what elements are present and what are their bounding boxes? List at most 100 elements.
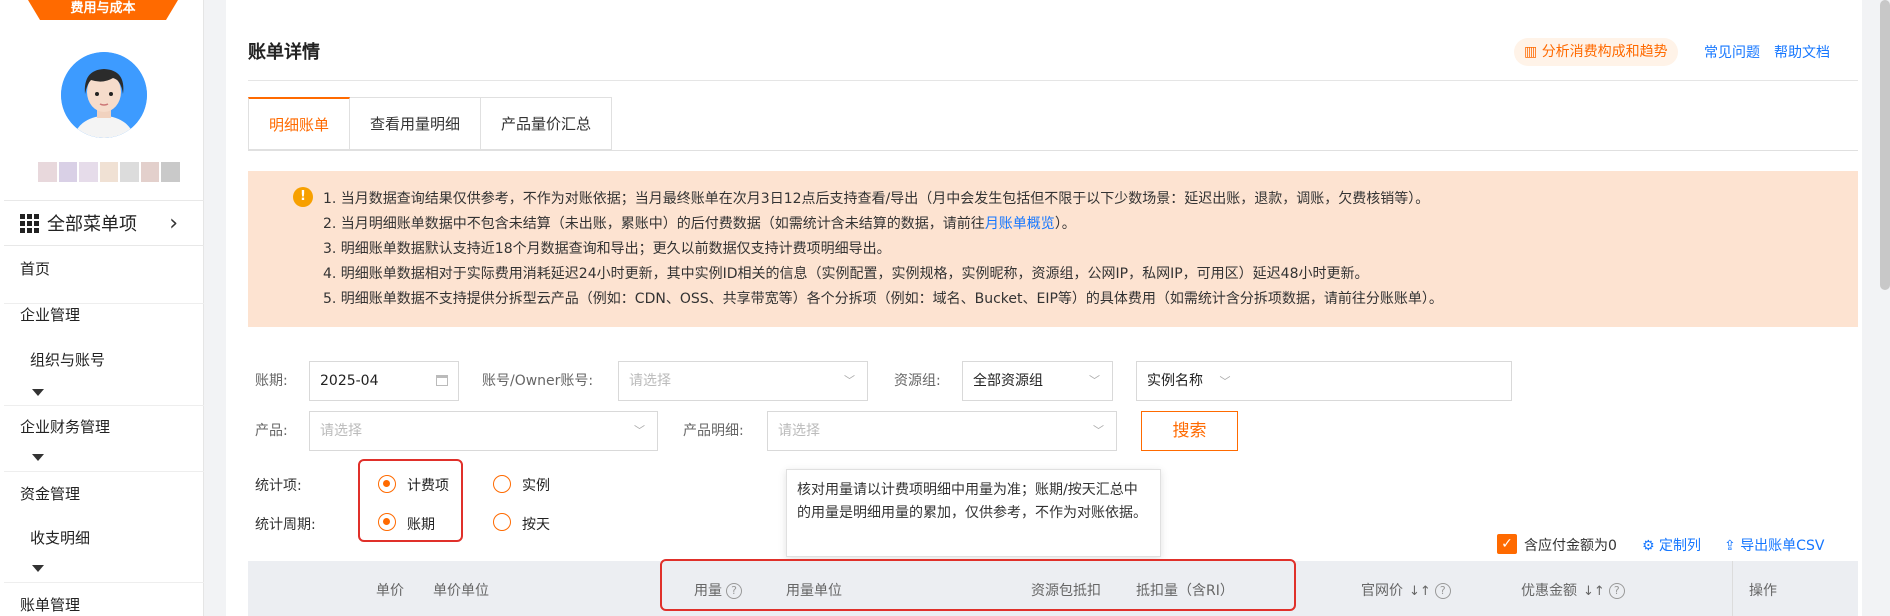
- resource-group-value: 全部资源组: [973, 373, 1043, 389]
- faq-link[interactable]: 常见问题: [1704, 42, 1760, 62]
- username-masked: [38, 162, 181, 182]
- radio-instance-label: 实例: [522, 478, 550, 494]
- tab-bar: 明细账单 查看用量明细 产品量价汇总: [248, 97, 613, 150]
- product-detail-select[interactable]: 请选择 ﹀: [767, 411, 1117, 451]
- analyze-label: 分析消费构成和趋势: [1541, 44, 1668, 60]
- sidebar-item-label: 组织与账号: [30, 351, 106, 369]
- custom-columns-button[interactable]: ⚙ 定制列: [1642, 535, 1701, 555]
- analyze-consumption-button[interactable]: ▥ 分析消费构成和趋势: [1514, 38, 1678, 66]
- account-select[interactable]: 请选择 ﹀: [618, 361, 868, 401]
- sidebar-item-label: 企业财务管理: [20, 418, 111, 436]
- resource-group-label: 资源组:: [894, 373, 941, 389]
- chevron-down-icon: ﹀: [1089, 374, 1100, 387]
- radio-daily-label: 按天: [522, 517, 550, 533]
- stat-cycle-label: 统计周期:: [255, 517, 316, 533]
- col-actions-label: 操作: [1749, 583, 1777, 599]
- all-menu-button[interactable]: 全部菜单项 ›: [4, 200, 204, 246]
- sidebar-item-label: 资金管理: [20, 485, 81, 503]
- calendar-icon: [436, 375, 448, 386]
- sidebar-item-label: 账单管理: [20, 596, 81, 614]
- brand-tab[interactable]: 费用与成本: [28, 0, 178, 20]
- all-menu-label: 全部菜单项: [47, 214, 137, 235]
- product-placeholder: 请选择: [320, 423, 362, 439]
- sidebar-item-transactions[interactable]: 收支明细: [4, 527, 204, 548]
- sort-icon[interactable]: ↓↑: [1409, 584, 1431, 599]
- radio-instance[interactable]: [493, 475, 511, 493]
- avatar[interactable]: [61, 52, 147, 138]
- product-detail-placeholder: 请选择: [778, 423, 820, 439]
- stat-item-label: 统计项:: [255, 478, 302, 494]
- col-unit-price-unit: 单价单位: [433, 583, 489, 599]
- sidebar: 费用与成本 全部菜单项 › 首页 企业管理 组织与账号 企业财务管理 资金管理 …: [0, 0, 204, 616]
- product-label: 产品:: [255, 423, 288, 439]
- tab-usage-detail[interactable]: 查看用量明细: [350, 97, 482, 150]
- chevron-down-icon: ﹀: [844, 374, 855, 387]
- chart-icon: ▥: [1524, 44, 1538, 60]
- notice-line: 5. 明细账单数据不支持提供分拆型云产品（例如：CDN、OSS、共享带宽等）各个…: [323, 291, 1443, 307]
- radio-period-label: 账期: [407, 517, 435, 533]
- divider: [248, 150, 1858, 151]
- sidebar-item-label: 首页: [20, 260, 51, 278]
- radio-billing-item-label: 计费项: [407, 478, 449, 494]
- radio-billing-item[interactable]: [378, 475, 396, 493]
- caret-down-icon[interactable]: [32, 389, 44, 396]
- bill-detail-panel: 账单详情 ▥ 分析消费构成和趋势 常见问题 帮助文档 明细账单 查看用量明细 产…: [226, 0, 1862, 616]
- caret-down-icon[interactable]: [32, 454, 44, 461]
- chevron-right-icon: ›: [169, 210, 178, 236]
- sort-icon[interactable]: ↓↑: [1583, 584, 1605, 599]
- custom-columns-label: 定制列: [1659, 538, 1702, 554]
- period-label: 账期:: [255, 373, 288, 389]
- sidebar-item-home[interactable]: 首页: [4, 258, 204, 304]
- caret-down-icon[interactable]: [32, 565, 44, 572]
- radio-period[interactable]: [378, 513, 396, 531]
- include-zero-checkbox[interactable]: ✓: [1497, 534, 1517, 554]
- monthly-bill-link[interactable]: 月账单概览: [985, 216, 1055, 232]
- help-icon[interactable]: ?: [1434, 583, 1451, 599]
- chevron-down-icon: ﹀: [634, 424, 645, 437]
- notice-line: 2. 当月明细账单数据中不包含未结算（未出账，累账中）的后付费数据（如需统计含未…: [323, 216, 1076, 232]
- help-icon[interactable]: ?: [1608, 583, 1625, 599]
- notice-line: 1. 当月数据查询结果仅供参考，不作为对账依据；当月最终账单在次月3日12点后支…: [323, 191, 1430, 207]
- col-actions: 操作: [1732, 561, 1858, 616]
- divider: [248, 80, 1858, 81]
- export-csv-button[interactable]: ⇪ 导出账单CSV: [1724, 535, 1824, 555]
- instance-type-select[interactable]: 实例名称: [1147, 373, 1203, 389]
- divider: [4, 582, 204, 583]
- account-placeholder: 请选择: [629, 373, 671, 389]
- divider: [4, 405, 204, 406]
- tab-detail-bill[interactable]: 明细账单: [248, 97, 351, 150]
- resource-group-select[interactable]: 全部资源组 ﹀: [962, 361, 1113, 401]
- usage-tooltip: 核对用量请以计费项明细中用量为准；账期/按天汇总中的用量是明细用量的累加，仅供参…: [786, 469, 1161, 557]
- chevron-down-icon: ﹀: [1219, 375, 1231, 388]
- sidebar-item-finance[interactable]: 企业财务管理: [4, 416, 204, 437]
- sidebar-item-org-account[interactable]: 组织与账号: [4, 349, 204, 370]
- tooltip-text: 核对用量请以计费项明细中用量为准；账期/按天汇总中的用量是明细用量的累加，仅供参…: [797, 482, 1147, 521]
- notice-line: 3. 明细账单数据默认支持近18个月数据查询和导出；更久以前数据仅支持计费项明细…: [323, 241, 891, 257]
- user-avatar-icon: [61, 52, 147, 138]
- instance-search-field[interactable]: 实例名称 ﹀: [1136, 361, 1512, 401]
- product-select[interactable]: 请选择 ﹀: [309, 411, 658, 451]
- period-value: 2025-04: [320, 373, 379, 389]
- include-zero-label: 含应付金额为0: [1524, 538, 1617, 554]
- notice-banner: ! 1. 当月数据查询结果仅供参考，不作为对账依据；当月最终账单在次月3日12点…: [248, 171, 1858, 327]
- sidebar-item-bills[interactable]: 账单管理: [4, 594, 204, 615]
- tab-product-price-summary[interactable]: 产品量价汇总: [481, 97, 613, 150]
- sidebar-item-funds[interactable]: 资金管理: [4, 483, 204, 504]
- info-icon: !: [293, 187, 313, 207]
- upload-icon: ⇪: [1724, 538, 1736, 554]
- radio-daily[interactable]: [493, 513, 511, 531]
- export-label: 导出账单CSV: [1740, 538, 1825, 554]
- chevron-down-icon: ﹀: [1093, 424, 1104, 437]
- col-discount[interactable]: 优惠金额 ↓↑?: [1521, 580, 1625, 600]
- sidebar-item-label: 企业管理: [20, 306, 81, 324]
- search-button[interactable]: 搜索: [1141, 411, 1238, 451]
- period-picker[interactable]: 2025-04: [309, 361, 459, 401]
- col-list-price[interactable]: 官网价 ↓↑?: [1361, 580, 1451, 600]
- product-detail-label: 产品明细:: [683, 423, 744, 439]
- page-scrollbar[interactable]: [1880, 0, 1890, 290]
- page-title: 账单详情: [248, 42, 320, 63]
- help-docs-link[interactable]: 帮助文档: [1774, 42, 1830, 62]
- highlight-box: [660, 559, 1296, 611]
- sidebar-item-enterprise[interactable]: 企业管理: [4, 304, 204, 344]
- col-unit-price: 单价: [376, 583, 404, 599]
